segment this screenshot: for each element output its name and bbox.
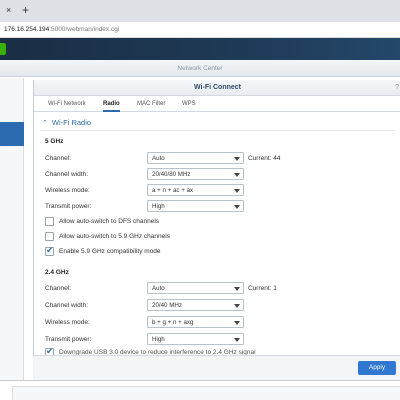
band-5ghz-heading: 5 GHz: [45, 138, 64, 145]
channel-width-5ghz-value: 20/40/80 MHz: [152, 171, 191, 178]
channel-width-5ghz-select[interactable]: 20/40/80 MHz: [147, 168, 244, 180]
action-bar: Apply: [33, 355, 400, 380]
dfs-autoswitch-label: Allow auto-switch to DFS channels: [59, 218, 160, 225]
transmit-power-24ghz-select[interactable]: High: [147, 333, 244, 345]
wireless-mode-5ghz-value: a + n + ac + ax: [152, 187, 194, 194]
chevron-up-icon: ⌃: [42, 120, 48, 127]
chevron-down-icon: [234, 189, 240, 193]
chevron-down-icon: [234, 338, 240, 342]
band-24ghz-heading: 2.4 GHz: [45, 269, 69, 276]
channel-24ghz-current: Current: 1: [248, 285, 277, 292]
app-indicator-icon[interactable]: [0, 43, 6, 55]
transmit-power-5ghz-select[interactable]: High: [147, 200, 244, 212]
tab-wps[interactable]: WPS: [182, 96, 196, 112]
channel-5ghz-current: Current: 44: [248, 155, 281, 162]
chevron-down-icon: [234, 304, 240, 308]
apply-button[interactable]: Apply: [358, 361, 396, 375]
dsm-taskbar: [0, 38, 400, 60]
network-center-title: Network Center: [0, 60, 400, 77]
address-bar[interactable]: 176.16.254.194:5000/webman/index.cgi: [0, 22, 400, 38]
chevron-down-icon: [234, 205, 240, 209]
dfs-autoswitch-checkbox[interactable]: [45, 217, 54, 226]
new-tab-icon[interactable]: +: [22, 3, 29, 17]
channel-width-5ghz-label: Channel width:: [45, 171, 88, 178]
wifi-radio-section-header[interactable]: ⌃ Wi-Fi Radio: [42, 118, 91, 127]
channel-24ghz-value: Auto: [152, 285, 165, 292]
left-navigation-panel: [0, 78, 24, 380]
browser-tab-strip: × +: [0, 0, 400, 22]
chevron-down-icon: [234, 173, 240, 177]
wifi-connect-window: Wi-Fi Connect ? Wi-Fi Network Radio MAC …: [33, 80, 400, 380]
wifi-window-title: Wi-Fi Connect ?: [34, 80, 400, 96]
chevron-down-icon: [234, 157, 240, 161]
transmit-power-5ghz-value: High: [152, 203, 165, 210]
autoswitch-59ghz-checkbox[interactable]: [45, 232, 54, 241]
channel-5ghz-select[interactable]: Auto: [147, 152, 244, 164]
url-text[interactable]: 176.16.254.194:5000/webman/index.cgi: [4, 26, 119, 33]
wireless-mode-24ghz-label: Wireless mode:: [45, 319, 90, 326]
wireless-mode-5ghz-label: Wireless mode:: [45, 187, 90, 194]
wireless-mode-24ghz-value: b + g + n + axg: [152, 319, 194, 326]
help-icon[interactable]: ?: [395, 80, 399, 96]
wifi-window-title-text: Wi-Fi Connect: [194, 84, 241, 91]
autoswitch-59ghz-label: Allow auto-switch to 5.9 GHz channels: [59, 233, 170, 240]
wifi-tab-bar: Wi-Fi Network Radio MAC Filter WPS: [34, 96, 400, 112]
url-host: 176.16.254.194: [4, 26, 50, 33]
chevron-down-icon: [234, 287, 240, 291]
channel-5ghz-value: Auto: [152, 155, 165, 162]
background-window-edge: [12, 386, 400, 400]
tab-radio[interactable]: Radio: [103, 96, 120, 112]
compat-59ghz-checkbox[interactable]: [45, 245, 54, 256]
chevron-down-icon: [234, 321, 240, 325]
channel-width-24ghz-select[interactable]: 20/40 MHz: [147, 299, 244, 311]
section-title: Wi-Fi Radio: [51, 118, 92, 127]
selected-nav-item[interactable]: [0, 122, 24, 146]
transmit-power-5ghz-label: Transmit power:: [45, 203, 92, 210]
tab-mac-filter[interactable]: MAC Filter: [137, 96, 165, 112]
section-divider: [40, 130, 395, 131]
wireless-mode-5ghz-select[interactable]: a + n + ac + ax: [147, 184, 244, 196]
channel-width-24ghz-label: Channel width:: [45, 302, 88, 309]
channel-24ghz-select[interactable]: Auto: [147, 282, 244, 294]
transmit-power-24ghz-value: High: [152, 336, 165, 343]
tab-wifi-network[interactable]: Wi-Fi Network: [48, 96, 86, 112]
channel-24ghz-label: Channel:: [45, 285, 72, 292]
channel-width-24ghz-value: 20/40 MHz: [152, 302, 182, 309]
close-tab-icon[interactable]: ×: [6, 5, 11, 15]
url-path: :5000/webman/index.cgi: [49, 26, 120, 33]
wireless-mode-24ghz-select[interactable]: b + g + n + axg: [147, 316, 244, 328]
channel-5ghz-label: Channel:: [45, 155, 72, 162]
transmit-power-24ghz-label: Transmit power:: [45, 336, 92, 343]
compat-59ghz-label: Enable 5.9 GHz compatibility mode: [59, 248, 161, 255]
